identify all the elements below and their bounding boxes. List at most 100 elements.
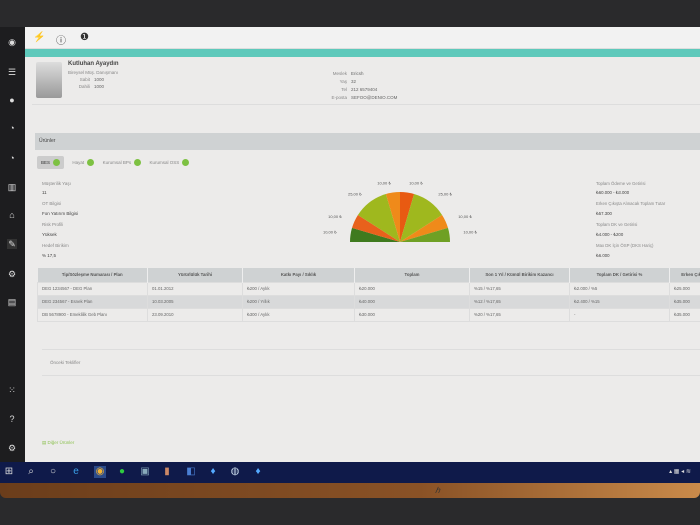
edge-icon[interactable]: e (70, 466, 82, 478)
info-label: OT Bilgisi (42, 201, 62, 206)
clock-icon[interactable]: ◔ (7, 123, 17, 133)
brand-logo: ℎ (435, 486, 441, 495)
check-icon (87, 159, 95, 166)
accent-bar (25, 49, 700, 57)
column-header[interactable]: Katkı Payı / Sıklık (242, 268, 355, 282)
search-icon[interactable]: ⌕ (25, 466, 37, 478)
info-value: Yüksek (42, 232, 57, 237)
table-cell: DB 5678900 - Emeklilik Geb Planı (37, 307, 148, 322)
document-icon[interactable]: ▤ (7, 297, 17, 307)
chat-icon[interactable]: ◍ (229, 466, 241, 478)
info-value: % 17,5 (42, 253, 57, 258)
slice-label: 25,00 ₺ (438, 192, 452, 197)
gauge-chart: 10,00 ₺ 10,00 ₺ 25,00 ₺ 10,00 ₺ 10,00 ₺ 25,00… (323, 181, 477, 242)
slice-label: 10,00 ₺ (409, 181, 423, 186)
chrome-icon[interactable]: ◉ (94, 466, 106, 478)
table-cell: %20 / %17,65 (469, 307, 570, 322)
field-row: Dahili 1000 (78, 84, 105, 89)
table-cell: DEG 234567 - Esnek Plan (37, 294, 148, 309)
summary-value: ₺6.000 (596, 253, 610, 258)
table-cell: 23.09.2010 (147, 307, 243, 322)
summary-label: Max DK İçin ÖSP (DKS Hariç) (596, 243, 654, 248)
tab-hayat[interactable]: Hayat (72, 159, 95, 166)
alert-icon[interactable]: ❶ (80, 32, 89, 43)
field-row: Meslek Ericsh (332, 71, 364, 76)
summary-value: ₺57.300 (596, 211, 612, 216)
table-cell: %15 / %17,65 (469, 281, 570, 296)
column-header[interactable]: Son 1 Yıl / Kümül Birikim Kazancı (469, 268, 570, 282)
laptop-bezel (0, 483, 700, 498)
toolbar: ⚡ ⓘ ❶ (25, 27, 700, 49)
slice-label: 10,00 ₺ (323, 230, 337, 235)
table-cell: ₺25.000 (669, 281, 700, 296)
check-icon (134, 159, 142, 166)
table-cell: - (569, 307, 670, 322)
info-icon[interactable]: ⓘ (56, 32, 66, 47)
table-cell: ₺200 / Yıllık (242, 294, 355, 309)
table-cell: ₺35.000 (669, 307, 700, 322)
table-cell: 10.03.2005 (147, 294, 243, 309)
home-icon[interactable]: ◉ (7, 37, 17, 47)
table-cell: ₺200 / Aylık (242, 281, 355, 296)
help-icon[interactable]: ? (7, 414, 17, 424)
column-header[interactable]: Erken Çıkış (669, 268, 700, 282)
table-cell: ₺2.400 / %15 (569, 294, 670, 309)
table-cell: ₺30.000 (354, 307, 470, 322)
bank-icon[interactable]: ⌂ (7, 210, 17, 220)
column-header[interactable]: Yürürlülük Tarihi (147, 268, 243, 282)
table-cell: %12 / %17,65 (469, 294, 570, 309)
slice-label: 10,00 ₺ (463, 230, 477, 235)
windows-start-icon[interactable]: ⊞ (3, 466, 15, 478)
info-label: Risk Profili (42, 222, 64, 227)
app-icon[interactable]: ♦ (252, 466, 264, 478)
check-icon (182, 159, 190, 166)
table-header: Tip/Sözleşme Numarası / Plan Yürürlülük T… (37, 268, 700, 282)
column-header[interactable]: Tip/Sözleşme Numarası / Plan (37, 268, 148, 282)
tools-icon[interactable]: ✎ (7, 239, 17, 249)
table-cell: ₺20.000 (354, 281, 470, 296)
info-value: 11 (42, 190, 47, 195)
app-icon[interactable]: ♦ (207, 466, 219, 478)
summary-value: ₺4.000 - ₺200 (596, 232, 624, 237)
settings-icon[interactable]: ⚙ (7, 269, 17, 279)
spotify-icon[interactable]: ● (116, 466, 128, 478)
customer-profile: Kutluhan Ayaydın Bireysel Müş. Danışmanı… (32, 59, 700, 105)
table-cell: ₺300 / Aylık (242, 307, 355, 322)
table-row[interactable]: DB 5678900 - Emeklilik Geb Planı 23.09.20… (37, 307, 700, 322)
slice-label: 10,00 ₺ (328, 214, 342, 219)
apps-icon[interactable]: ⁙ (7, 385, 17, 395)
tab-kurumsal-oss[interactable]: Kurumsal OSS (149, 159, 190, 166)
summary-value: ₺60.000 - ₺3.000 (596, 190, 630, 195)
field-row: Tel 212 6579404 (341, 87, 378, 92)
gear-icon[interactable]: ⚙ (7, 443, 17, 453)
previous-offers-section[interactable]: Önceki Teklifler (42, 349, 700, 376)
history-icon[interactable]: ◔ (7, 153, 17, 163)
summary-label: Erken Çıkışta Alınacak Toplam Tutar (596, 201, 666, 206)
chart-icon[interactable]: ▥ (7, 182, 17, 192)
table-row[interactable]: DEG 234567 - Esnek Plan 10.03.2005 ₺200 / … (37, 294, 700, 309)
explorer-icon[interactable]: ▣ (139, 466, 151, 478)
taskbar: ⊞ ⌕ ○ e ◉ ● ▣ ▮ ◧ ♦ ◍ ♦ ▴ ▦ ◂ ≋ (0, 462, 700, 483)
pin-icon[interactable]: ⚡ (33, 32, 45, 43)
system-tray[interactable]: ▴ ▦ ◂ ≋ (660, 466, 700, 478)
customer-name: Kutluhan Ayaydın (68, 61, 119, 67)
table-row[interactable]: DEG 1234567 - DEG Plan 01.01.2012 ₺200 / A… (37, 281, 700, 296)
info-value: Fon Yatırım Bilgisi (42, 211, 79, 216)
tab-kurumsal-bps[interactable]: Kurumsal BPs (103, 159, 142, 166)
product-tabs: BES Hayat Kurumsal BPs Kurumsal OSS (37, 156, 196, 169)
table-cell: 01.01.2012 (147, 281, 243, 296)
slice-label: 25,00 ₺ (348, 192, 362, 197)
visual-studio-icon[interactable]: ◧ (185, 466, 197, 478)
task-view-icon[interactable]: ○ (47, 466, 59, 478)
tab-bes[interactable]: BES (37, 156, 65, 169)
column-header[interactable]: Toplam (354, 268, 470, 282)
user-icon[interactable]: ● (7, 95, 17, 105)
avatar (36, 62, 62, 98)
table-cell: DEG 1234567 - DEG Plan (37, 281, 148, 296)
table-cell: ₺40.000 (354, 294, 470, 309)
list-icon[interactable]: ☰ (7, 67, 17, 77)
app-icon[interactable]: ▮ (161, 466, 173, 478)
column-header[interactable]: Toplam DK / Getirisi % (569, 268, 670, 282)
other-products-link[interactable]: ▤ Diğer Ürünler (42, 440, 74, 446)
field-row: Sabit 1000 (79, 77, 105, 82)
